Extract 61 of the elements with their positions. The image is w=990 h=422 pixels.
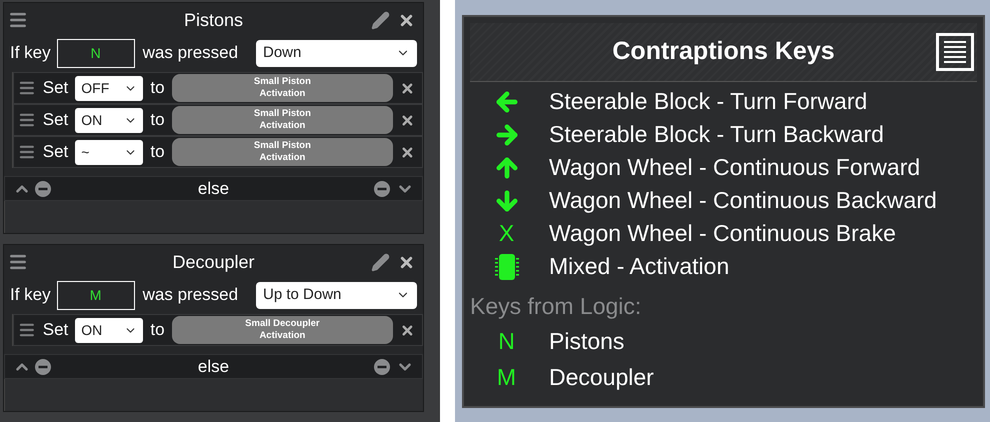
target-button[interactable]: Small Piston Activation (172, 74, 394, 102)
remove-icon[interactable] (400, 322, 415, 338)
key-description: Wagon Wheel - Continuous Brake (549, 219, 896, 248)
drag-handle-icon[interactable] (18, 143, 36, 161)
remove-icon[interactable] (400, 80, 415, 96)
key-description: Wagon Wheel - Continuous Backward (549, 186, 937, 216)
key-letter: X (498, 219, 514, 248)
value-select[interactable]: OFF (75, 76, 144, 100)
set-label: Set (42, 109, 68, 132)
set-label: Set (42, 141, 68, 164)
minus-circle-icon[interactable] (35, 358, 51, 374)
else-label: else (198, 178, 230, 200)
set-label: Set (42, 319, 68, 342)
panel-title: Contraptions Keys (612, 36, 835, 68)
close-icon[interactable] (398, 12, 415, 28)
mode-select[interactable]: Up to Down (256, 282, 417, 308)
drag-handle-icon[interactable] (18, 321, 36, 339)
key-description: Steerable Block - Turn Backward (549, 120, 884, 150)
key-description: Pistons (549, 327, 624, 356)
drag-handle-icon[interactable] (8, 10, 28, 30)
target-button[interactable]: Small Decoupler Activation (172, 316, 394, 344)
drag-handle-icon[interactable] (18, 111, 36, 129)
key-field[interactable]: M (56, 280, 135, 310)
to-label: to (150, 77, 165, 100)
key-letter: M (496, 363, 516, 392)
rule-title: Decoupler (172, 250, 255, 274)
chip-icon (494, 252, 520, 280)
value-select[interactable]: ON (75, 108, 144, 132)
key-field[interactable]: N (56, 38, 135, 68)
list-icon[interactable] (936, 33, 974, 71)
target-button[interactable]: Small Piston Activation (172, 106, 394, 134)
key-description: Wagon Wheel - Continuous Forward (549, 153, 920, 182)
to-label: to (150, 319, 165, 342)
remove-icon[interactable] (400, 144, 415, 160)
remove-icon[interactable] (400, 112, 415, 128)
logic-heading: Keys from Logic: (470, 292, 642, 321)
target-button[interactable]: Small Piston Activation (172, 138, 394, 166)
minus-circle-icon[interactable] (374, 358, 390, 374)
close-icon[interactable] (398, 254, 415, 270)
minus-circle-icon[interactable] (35, 180, 51, 196)
if-key-label: If key (10, 42, 51, 64)
value-select[interactable]: ~ (75, 140, 144, 164)
drag-handle-icon[interactable] (8, 252, 28, 272)
minus-circle-icon[interactable] (374, 180, 390, 196)
key-description: Decoupler (549, 363, 654, 392)
key-description: Steerable Block - Turn Forward (549, 87, 868, 116)
drag-handle-icon[interactable] (18, 79, 36, 97)
mode-select[interactable]: Down (256, 40, 417, 66)
key-letter: N (498, 327, 515, 356)
edit-icon[interactable] (371, 10, 390, 30)
to-label: to (150, 109, 165, 132)
rule-title: Pistons (184, 8, 244, 32)
key-description: Mixed - Activation (549, 252, 730, 282)
to-label: to (150, 141, 165, 164)
set-label: Set (42, 77, 68, 100)
value-select[interactable]: ON (75, 318, 144, 342)
if-key-label: If key (10, 284, 51, 306)
else-label: else (198, 356, 230, 378)
was-pressed-label: was pressed (142, 42, 238, 64)
edit-icon[interactable] (371, 252, 390, 272)
was-pressed-label: was pressed (142, 284, 238, 306)
